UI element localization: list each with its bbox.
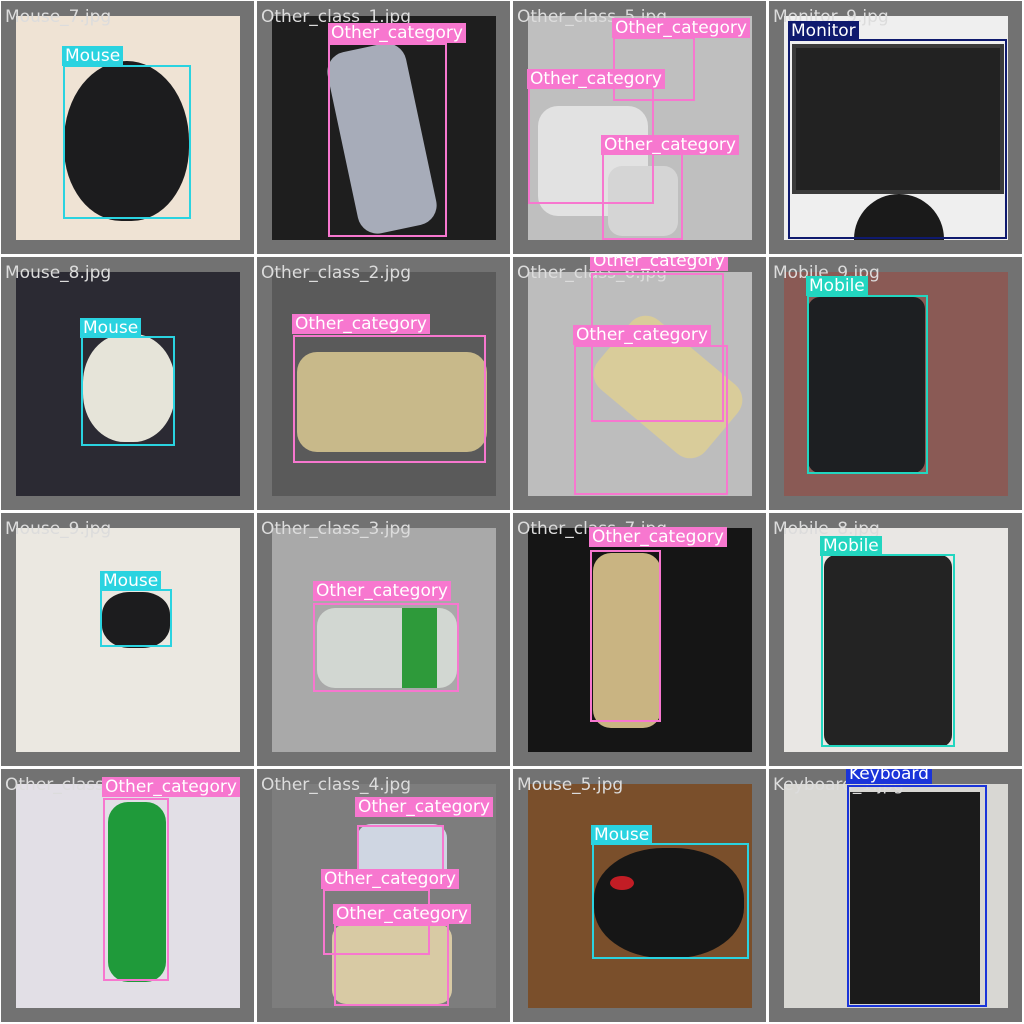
bbox-label: Keyboard xyxy=(846,769,932,784)
filename: Mouse_8.jpg xyxy=(5,263,112,283)
bbox-other xyxy=(313,603,459,692)
bbox-label: Mouse xyxy=(591,825,653,845)
grid-cell: Mobile_9.jpg Mobile xyxy=(769,257,1022,510)
filename: Other_class_2.jpg xyxy=(261,263,411,283)
bbox-mouse xyxy=(100,589,172,647)
bbox-mouse xyxy=(63,65,191,219)
bbox-label: Other_category xyxy=(292,314,430,334)
grid-cell: Mouse_7.jpg Mouse xyxy=(1,1,254,254)
grid-cell: Monitor_9.jpg Monitor xyxy=(769,1,1022,254)
bbox-label: Monitor xyxy=(788,21,859,41)
grid-cell: Mouse_9.jpg Mouse xyxy=(1,513,254,766)
bbox-label: Mobile xyxy=(820,536,882,556)
grid-cell: Other_class_6.jpg Other_category Other_c… xyxy=(513,257,766,510)
grid-cell: Mouse_8.jpg Mouse xyxy=(1,257,254,510)
grid-cell: Other_class_8.jpg Other_category xyxy=(1,769,254,1022)
bbox-other xyxy=(574,345,728,495)
bbox-keyboard xyxy=(847,785,987,1007)
grid-cell: Other_class_5.jpg Other_category Other_c… xyxy=(513,1,766,254)
bbox-label: Other_category xyxy=(328,23,466,43)
bbox-other xyxy=(328,43,447,237)
bbox-label: Mouse xyxy=(80,318,142,338)
bbox-label: Other_category xyxy=(355,797,493,817)
bbox-other xyxy=(590,550,661,722)
grid-cell: Keyboard_1.jpg Keyboard xyxy=(769,769,1022,1022)
bbox-label: Mobile xyxy=(806,276,868,296)
bbox-label: Other_category xyxy=(527,69,665,89)
grid-cell: Other_class_3.jpg Other_category xyxy=(257,513,510,766)
bbox-label: Other_category xyxy=(612,18,750,38)
bbox-other xyxy=(602,153,683,240)
bbox-label: Other_category xyxy=(601,135,739,155)
bbox-other xyxy=(293,335,486,463)
bbox-label: Other_category xyxy=(573,325,711,345)
filename: Other_class_3.jpg xyxy=(261,519,411,539)
bbox-mouse xyxy=(592,843,749,959)
bbox-label: Other_category xyxy=(321,869,459,889)
bbox-mobile xyxy=(821,554,955,747)
grid-cell: Other_class_2.jpg Other_category xyxy=(257,257,510,510)
bbox-other xyxy=(334,924,449,1006)
bbox-label: Other_category xyxy=(590,257,728,271)
bbox-mobile xyxy=(807,295,928,474)
grid-cell: Other_class_1.jpg Other_category xyxy=(257,1,510,254)
grid-cell: Mobile_8.jpg Mobile xyxy=(769,513,1022,766)
grid-cell: Mouse_5.jpg Mouse xyxy=(513,769,766,1022)
bbox-label: Other_category xyxy=(589,527,727,547)
bbox-label: Other_category xyxy=(333,904,471,924)
grid-cell: Other_class_4.jpg Other_category Other_c… xyxy=(257,769,510,1022)
grid-cell: Other_class_7.jpg Other_category xyxy=(513,513,766,766)
bbox-label: Other_category xyxy=(313,581,451,601)
bbox-monitor xyxy=(788,39,1007,239)
bbox-label: Other_category xyxy=(102,777,240,797)
bbox-label: Mouse xyxy=(100,571,162,591)
filename: Mouse_7.jpg xyxy=(5,7,112,27)
filename: Mouse_5.jpg xyxy=(517,775,624,795)
bbox-label: Mouse xyxy=(62,46,124,66)
bbox-mouse xyxy=(81,336,175,446)
filename: Mouse_9.jpg xyxy=(5,519,112,539)
filename: Other_class_4.jpg xyxy=(261,775,411,795)
bbox-other xyxy=(103,798,169,981)
